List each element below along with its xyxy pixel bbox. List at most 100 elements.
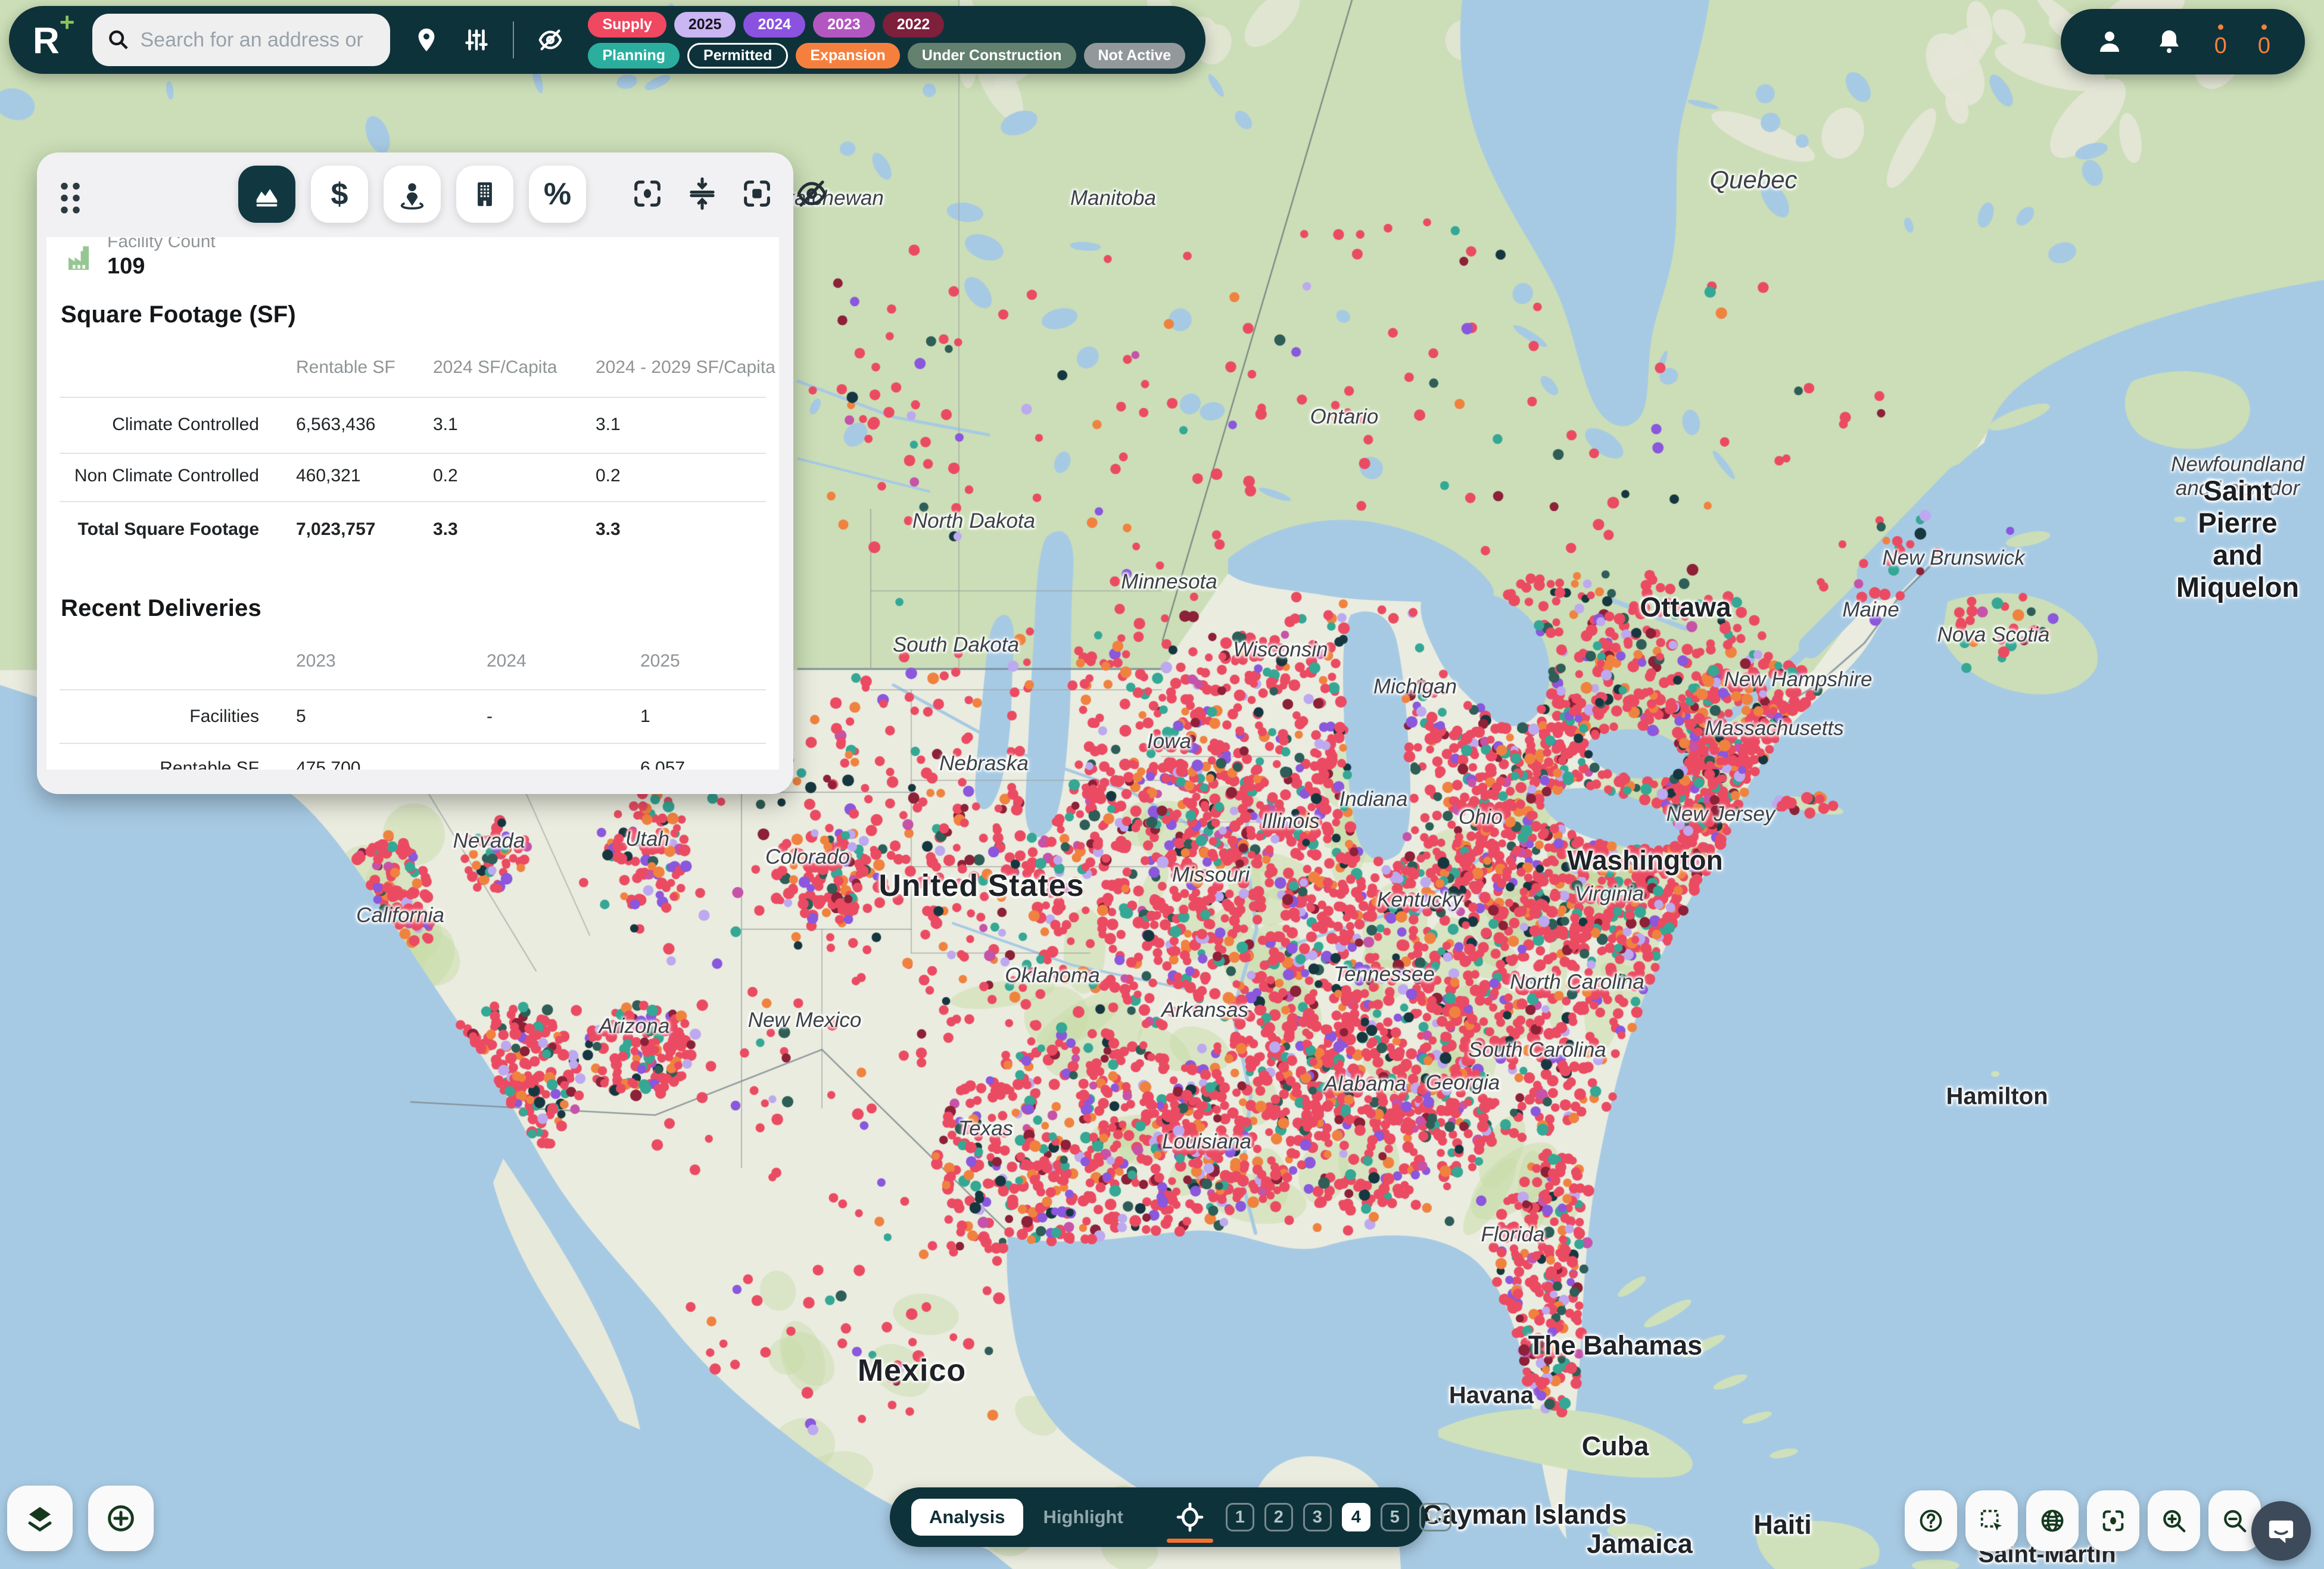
row-value: 6,563,436	[296, 415, 375, 435]
column-header: 2024 - 2029 SF/Capita	[596, 357, 775, 378]
panel-toolbar-aux	[630, 176, 829, 211]
filter-pill-2025[interactable]: 2025	[674, 12, 736, 38]
credit-counter-2[interactable]: 0	[2258, 24, 2270, 59]
row-value: 460,321	[296, 466, 360, 486]
radius-option-10[interactable]: 10	[1419, 1503, 1451, 1531]
counter-value: 0	[2258, 33, 2270, 59]
collapse-vertical-icon[interactable]	[685, 176, 719, 211]
table-divider	[60, 743, 766, 744]
globe-button[interactable]	[2026, 1490, 2079, 1551]
bottom-right-controls	[1905, 1490, 2261, 1551]
chat-bubble-icon	[2266, 1515, 2297, 1546]
center-focus-button[interactable]	[2087, 1490, 2139, 1551]
bottom-toolbar: Analysis Highlight 1234510	[890, 1487, 1426, 1547]
user-icon[interactable]	[2095, 27, 2124, 56]
header-divider	[513, 21, 514, 58]
zoom-in-button[interactable]	[2148, 1490, 2200, 1551]
scan-dot-icon[interactable]	[630, 176, 665, 211]
zoom-out-icon	[2221, 1507, 2248, 1534]
filter-pill-not-active[interactable]: Not Active	[1084, 43, 1186, 69]
mode-highlight-button[interactable]: Highlight	[1043, 1506, 1123, 1528]
row-value: 475,700	[296, 758, 360, 770]
center-focus-icon	[2099, 1507, 2127, 1534]
table-divider	[60, 501, 766, 502]
radius-option-3[interactable]: 3	[1303, 1503, 1332, 1531]
radius-option-4[interactable]: 4	[1342, 1503, 1370, 1531]
table-divider	[60, 453, 766, 454]
panel-tool-building-button[interactable]	[456, 166, 513, 223]
row-label: Non Climate Controlled	[60, 466, 259, 486]
panel-tool-chart-button[interactable]	[238, 166, 295, 223]
credit-counter-1[interactable]: 0	[2214, 24, 2227, 59]
column-header: 2024 SF/Capita	[433, 357, 557, 378]
top-header-bar: R+ Supply 2025 2024 2023 2022 Planning Permit…	[9, 6, 1205, 74]
location-pin-icon[interactable]	[413, 26, 440, 54]
eye-off-icon[interactable]	[537, 26, 564, 54]
search-box[interactable]	[92, 14, 390, 66]
filter-pill-expansion[interactable]: Expansion	[796, 43, 899, 69]
table-divider	[60, 397, 766, 398]
help-button[interactable]	[1905, 1490, 1957, 1551]
factory-icon	[64, 241, 98, 274]
layers-button[interactable]	[7, 1486, 73, 1551]
row-value: 7,023,757	[296, 519, 375, 540]
search-input[interactable]	[140, 29, 376, 52]
panel-tool-percent-button[interactable]: %	[529, 166, 586, 223]
expand-frame-icon[interactable]	[740, 176, 774, 211]
eye-off-icon[interactable]	[795, 176, 829, 211]
facility-count-label: Facility Count	[107, 237, 216, 252]
marquee-select-button[interactable]	[1965, 1490, 2018, 1551]
panel-tool-person-pin-button[interactable]	[384, 166, 441, 223]
bottom-left-controls	[7, 1486, 154, 1551]
row-value: 3.1	[596, 415, 621, 435]
drag-handle-icon[interactable]	[52, 179, 88, 220]
row-label: Total Square Footage	[60, 519, 259, 540]
messenger-button[interactable]	[2251, 1501, 2311, 1561]
panel-footer	[37, 770, 793, 794]
counter-value: 0	[2214, 33, 2227, 59]
facility-count-value: 109	[107, 254, 145, 279]
radius-option-5[interactable]: 5	[1381, 1503, 1409, 1531]
filter-pill-permitted[interactable]: Permitted	[687, 43, 788, 69]
panel-tool-dollar-button[interactable]: $	[311, 166, 368, 223]
row-value: 6,057	[640, 758, 685, 770]
column-header: Rentable SF	[296, 357, 395, 378]
target-active-underline	[1167, 1539, 1213, 1543]
radius-target-button[interactable]	[1175, 1487, 1205, 1547]
filter-pill-2024[interactable]: 2024	[743, 12, 805, 38]
marquee-select-icon	[1978, 1507, 2005, 1534]
crosshair-icon	[1175, 1502, 1205, 1533]
zoom-in-icon	[2160, 1507, 2188, 1534]
column-header: 2024	[487, 651, 527, 671]
globe-icon	[2039, 1507, 2066, 1534]
filter-pill-2022[interactable]: 2022	[883, 12, 945, 38]
row-label: Rentable SF	[60, 758, 259, 770]
panel-content[interactable]: Facility Count 109 Square Footage (SF)Re…	[46, 237, 779, 770]
row-value: 0.2	[433, 466, 458, 486]
filter-pill-planning[interactable]: Planning	[588, 43, 680, 69]
counter-dot	[2218, 24, 2223, 30]
filter-pills-row-2: Planning Permitted Expansion Under Construc…	[588, 43, 1185, 69]
help-icon	[1917, 1507, 1945, 1534]
row-value: 3.3	[433, 519, 458, 540]
section-title: Recent Deliveries	[61, 595, 261, 622]
row-label: Climate Controlled	[60, 415, 259, 435]
app-logo[interactable]: R+	[33, 17, 72, 63]
radius-option-2[interactable]: 2	[1264, 1503, 1293, 1531]
panel-toolbar: $%	[238, 166, 586, 223]
mode-analysis-button[interactable]: Analysis	[911, 1499, 1023, 1536]
radius-option-1[interactable]: 1	[1226, 1503, 1254, 1531]
column-header: 2023	[296, 651, 336, 671]
filter-pills: Supply 2025 2024 2023 2022 Planning Permitted…	[588, 12, 1185, 69]
filter-pill-2023[interactable]: 2023	[813, 12, 875, 38]
filter-sliders-icon[interactable]	[463, 26, 490, 54]
filter-pill-under-construction[interactable]: Under Construction	[908, 43, 1076, 69]
filter-pills-row-1: Supply 2025 2024 2023 2022	[588, 12, 1185, 38]
bell-icon[interactable]	[2155, 27, 2183, 56]
row-label: Facilities	[60, 706, 259, 727]
app-root: SaskatchewanManitobaQuebecOntarioNorth D…	[0, 0, 2324, 1569]
add-button[interactable]	[88, 1486, 154, 1551]
analysis-panel: $% Facility Count 109 Square Footage (SF…	[37, 152, 793, 794]
filter-pill-supply[interactable]: Supply	[588, 12, 666, 38]
search-icon	[107, 28, 130, 52]
